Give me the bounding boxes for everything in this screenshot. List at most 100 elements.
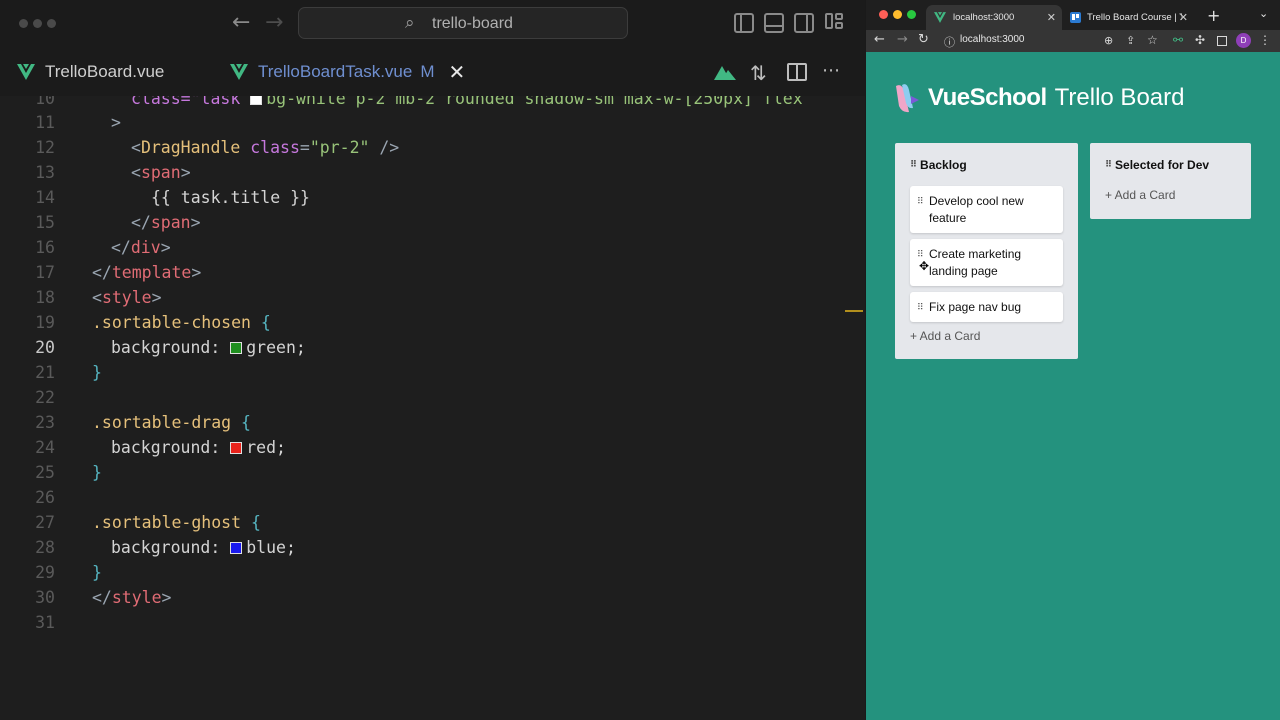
address-bar[interactable]: localhost:3000 bbox=[960, 34, 1025, 45]
vueschool-logo bbox=[896, 84, 919, 113]
code-line: 22 bbox=[35, 388, 55, 407]
code-line: 25} bbox=[35, 463, 102, 482]
move-cursor-icon: ✥ bbox=[919, 259, 930, 273]
drag-handle-icon[interactable]: ⠿ bbox=[917, 194, 924, 211]
brand-header: VueSchool Trello Board bbox=[893, 82, 1184, 114]
code-line: 15 </span> bbox=[35, 213, 201, 232]
drag-handle-icon[interactable]: ⠿ bbox=[1105, 160, 1112, 170]
vue-devtools-icon[interactable]: ⚯ bbox=[1173, 33, 1183, 47]
tab-search-chevron-icon[interactable]: ⌄ bbox=[1259, 7, 1268, 20]
code-line: 31 bbox=[35, 613, 55, 632]
close-tab-icon[interactable]: ✕ bbox=[449, 60, 466, 84]
browser-zoom-button[interactable] bbox=[907, 10, 916, 19]
drag-handle-icon[interactable]: ⠿ bbox=[910, 160, 917, 170]
back-icon[interactable]: ← bbox=[874, 32, 885, 47]
browser-tab-bar: localhost:3000 ✕ Trello Board Course | T… bbox=[866, 0, 1280, 30]
column-selected-for-dev: ⠿ Selected for Dev + Add a Card bbox=[1090, 143, 1251, 219]
task-title: Fix page nav bug bbox=[929, 300, 1022, 314]
trello-page: VueSchool Trello Board ⠿ Backlog ⠿ Devel… bbox=[866, 52, 1280, 720]
tab-label: TrelloBoard.vue bbox=[45, 62, 165, 81]
column-header: ⠿ Selected for Dev bbox=[1105, 158, 1209, 172]
code-line: 29} bbox=[35, 563, 102, 582]
new-tab-icon[interactable]: + bbox=[1207, 6, 1220, 25]
vue-favicon-icon bbox=[934, 12, 946, 23]
code-line: 26 bbox=[35, 488, 55, 507]
page-title: Trello Board bbox=[1054, 84, 1185, 111]
code-line: 27 .sortable-ghost { bbox=[35, 513, 261, 532]
forward-arrow-icon[interactable]: → bbox=[265, 10, 283, 35]
compare-changes-icon[interactable]: ⇅ bbox=[750, 61, 767, 85]
code-line: 10 class="task bg-white p-2 mb-2 rounded … bbox=[0, 96, 865, 111]
window-close-button[interactable] bbox=[19, 19, 28, 28]
share-icon[interactable]: ⇪ bbox=[1126, 34, 1135, 47]
task-title: Develop cool new feature bbox=[929, 194, 1024, 225]
task-card[interactable]: ⠿ Fix page nav bug bbox=[910, 292, 1063, 322]
vue-file-icon bbox=[17, 64, 35, 80]
extensions-icon[interactable]: ✣ bbox=[1195, 33, 1205, 47]
browser-window: localhost:3000 ✕ Trello Board Course | T… bbox=[866, 0, 1280, 720]
back-arrow-icon[interactable]: ← bbox=[232, 10, 250, 35]
toggle-secondary-sidebar-icon[interactable] bbox=[794, 13, 814, 33]
code-line: 21} bbox=[35, 363, 102, 382]
bookmark-star-icon[interactable]: ☆ bbox=[1147, 33, 1158, 47]
tab-label: TrelloBoardTask.vue bbox=[258, 62, 413, 81]
close-tab-icon[interactable]: ✕ bbox=[1179, 11, 1188, 24]
column-header: ⠿ Backlog bbox=[910, 158, 967, 172]
code-line: 13 <span> bbox=[35, 163, 191, 182]
browser-tab-trello-course[interactable]: Trello Board Course | Tre ✕ bbox=[1062, 5, 1194, 30]
profile-avatar[interactable]: D bbox=[1236, 33, 1251, 48]
browser-close-button[interactable] bbox=[879, 10, 888, 19]
tab-trelloboardtask-vue[interactable]: TrelloBoardTask.vue M ✕ bbox=[230, 48, 465, 96]
zoom-icon[interactable]: ⊕ bbox=[1104, 34, 1113, 47]
reload-icon[interactable]: ↻ bbox=[918, 32, 929, 47]
code-area[interactable]: 10 class="task bg-white p-2 mb-2 rounded … bbox=[0, 96, 865, 720]
code-line: 17 </template> bbox=[35, 263, 202, 282]
task-card[interactable]: ⠿ Create marketing landing page bbox=[910, 239, 1063, 286]
toggle-primary-sidebar-icon[interactable] bbox=[734, 13, 754, 33]
editor-titlebar: ← → ⌕ trello-board bbox=[0, 0, 865, 48]
modified-indicator: M bbox=[420, 62, 435, 81]
side-panel-icon[interactable] bbox=[1217, 36, 1227, 46]
code-line: 16 </div> bbox=[35, 238, 171, 257]
task-card[interactable]: ⠿ Develop cool new feature bbox=[910, 186, 1063, 233]
browser-tab-label: Trello Board Course | Tre bbox=[1087, 12, 1182, 23]
code-editor: ← → ⌕ trello-board TrelloBoard.vue Trell… bbox=[0, 0, 865, 720]
code-line: 23 .sortable-drag { bbox=[35, 413, 251, 432]
code-line: 11 > bbox=[35, 113, 121, 132]
window-zoom-button[interactable] bbox=[47, 19, 56, 28]
trello-favicon-icon bbox=[1070, 12, 1081, 23]
browser-tab-label: localhost:3000 bbox=[953, 12, 1015, 23]
browser-tab-localhost[interactable]: localhost:3000 ✕ bbox=[926, 5, 1062, 30]
vue-file-icon bbox=[230, 64, 248, 80]
scrollbar-change-marker bbox=[845, 310, 863, 312]
tab-trelloboard-vue[interactable]: TrelloBoard.vue bbox=[17, 48, 164, 96]
drag-handle-icon[interactable]: ⠿ bbox=[917, 300, 924, 317]
code-line: 19 .sortable-chosen { bbox=[35, 313, 271, 332]
browser-minimize-button[interactable] bbox=[893, 10, 902, 19]
add-card-button[interactable]: + Add a Card bbox=[910, 329, 980, 343]
toggle-panel-icon[interactable] bbox=[764, 13, 784, 33]
code-line: 18 <style> bbox=[35, 288, 162, 307]
add-card-button[interactable]: + Add a Card bbox=[1105, 188, 1175, 202]
brand-name: VueSchool bbox=[928, 84, 1047, 111]
code-line: 12 <DragHandle class="pr-2" /> bbox=[35, 138, 400, 157]
window-minimize-button[interactable] bbox=[33, 19, 42, 28]
site-info-icon[interactable]: ⓘ bbox=[944, 34, 955, 50]
browser-toolbar: ← → ↻ ⓘ localhost:3000 ⊕ ⇪ ☆ ⚯ ✣ D ⋮ bbox=[866, 30, 1280, 52]
browser-menu-icon[interactable]: ⋮ bbox=[1259, 33, 1271, 47]
command-center-search[interactable]: ⌕ trello-board bbox=[298, 7, 628, 39]
vue-mountain-icon[interactable] bbox=[714, 64, 736, 80]
code-line: 28 background: blue; bbox=[35, 538, 296, 557]
task-title: Create marketing landing page bbox=[929, 247, 1022, 278]
column-title: Selected for Dev bbox=[1115, 158, 1210, 172]
split-editor-icon[interactable] bbox=[787, 63, 807, 81]
search-icon: ⌕ bbox=[405, 13, 415, 33]
column-backlog: ⠿ Backlog ⠿ Develop cool new feature ⠿ C… bbox=[895, 143, 1078, 359]
code-line: 30 </style> bbox=[35, 588, 172, 607]
more-actions-icon[interactable]: ⋯ bbox=[822, 60, 840, 81]
close-tab-icon[interactable]: ✕ bbox=[1047, 11, 1056, 24]
customize-layout-icon[interactable] bbox=[825, 13, 845, 33]
code-line: 24 background: red; bbox=[35, 438, 286, 457]
forward-icon[interactable]: → bbox=[897, 32, 908, 47]
code-line: 14{{ task.title }} bbox=[35, 188, 310, 207]
